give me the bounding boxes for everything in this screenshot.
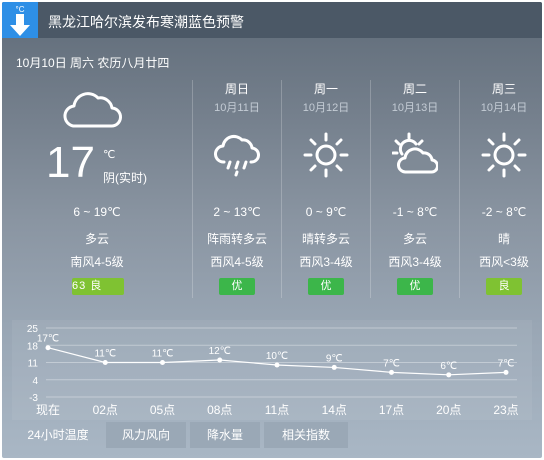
forecast-day-name: 周二 xyxy=(402,82,427,96)
x-tick-label: 23点 xyxy=(493,403,518,417)
aqi-badge[interactable]: 良 xyxy=(486,278,522,295)
temperature-point xyxy=(102,360,108,365)
temperature-point xyxy=(274,362,280,368)
temperature-unit: ℃ xyxy=(103,149,116,161)
today-temp-range: 6 ~ 19℃ xyxy=(73,205,121,219)
temperature-point xyxy=(389,369,394,375)
x-tick-label: 20点 xyxy=(436,403,461,417)
forecast-day-name: 周日 xyxy=(224,82,249,96)
forecast-weather: 晴 xyxy=(497,232,510,246)
alert-icon-unit: °C xyxy=(15,5,25,14)
forecast-day-name: 周三 xyxy=(491,82,516,96)
tab-related-index[interactable]: 相关指数 xyxy=(264,422,348,448)
data-label: 6℃ xyxy=(440,361,457,372)
aqi-badge[interactable]: 63 良 xyxy=(72,278,124,295)
temperature-point xyxy=(217,357,223,363)
x-tick-label: 现在 xyxy=(36,403,60,417)
tab-24h-temperature[interactable]: 24小时温度 xyxy=(14,422,102,448)
alert-text[interactable]: 黑龙江哈尔滨发布寒潮蓝色预警 xyxy=(48,12,244,32)
cloud-icon xyxy=(63,92,122,128)
forecast-day: 周二 10月13日 -1 ~ 8℃ 多云 西风3-4级 优 xyxy=(371,78,459,298)
data-label: 11℃ xyxy=(152,349,174,360)
forecast-date: 10月11日 xyxy=(214,102,260,114)
temperature-point xyxy=(331,364,337,370)
forecast-weather: 多云 xyxy=(402,232,427,246)
forecast-weather: 阵雨转多云 xyxy=(206,232,267,246)
x-tick-label: 05点 xyxy=(150,403,175,417)
date-line: 10月10日 周六 农历八月廿四 xyxy=(16,56,170,70)
sun-icon xyxy=(481,132,527,178)
temperature-point xyxy=(446,372,452,378)
forecast-wind: 西风3-4级 xyxy=(388,255,442,269)
aqi-badge[interactable]: 优 xyxy=(397,278,433,295)
forecast-wind: 西风3-4级 xyxy=(299,255,353,269)
data-label: 9℃ xyxy=(326,353,343,364)
forecast-weather: 晴转多云 xyxy=(301,232,350,246)
today-wind: 南风4-5级 xyxy=(70,255,124,269)
forecast-temp-range: -1 ~ 8℃ xyxy=(392,205,438,219)
forecast-day: 周日 10月11日 2 ~ 13℃ 阵雨转多云 西风4-5级 优 xyxy=(193,78,281,298)
alert-bar[interactable]: °C 黑龙江哈尔滨发布寒潮蓝色预警 xyxy=(2,2,542,38)
forecast-wind: 西风4-5级 xyxy=(210,255,264,269)
x-tick-label: 17点 xyxy=(379,403,404,417)
data-label: 7℃ xyxy=(383,358,400,369)
data-label: 7℃ xyxy=(498,358,515,369)
sun-cloud-icon xyxy=(392,132,438,174)
today-panel: 17 ℃ 阴(实时) 6 ~ 19℃ 多云 南风4-5级 63 良 xyxy=(2,78,192,298)
current-condition: 阴(实时) xyxy=(103,171,147,185)
temperature-point xyxy=(160,360,165,365)
arrow-down-icon xyxy=(10,14,30,36)
tab-wind-direction[interactable]: 风力风向 xyxy=(106,422,186,448)
aqi-badge[interactable]: 优 xyxy=(308,278,344,295)
today-weather: 多云 xyxy=(84,232,109,246)
weather-widget: °C 黑龙江哈尔滨发布寒潮蓝色预警 10月10日 周六 农历八月廿四 17 ℃ … xyxy=(2,2,542,458)
forecast-temp-range: 2 ~ 13℃ xyxy=(213,205,261,219)
sun-icon xyxy=(303,132,349,178)
temperature-point xyxy=(503,369,509,375)
forecast-day-name: 周一 xyxy=(313,82,338,96)
x-tick-label: 08点 xyxy=(207,403,232,417)
x-tick-label: 02点 xyxy=(93,403,118,417)
tab-precipitation[interactable]: 降水量 xyxy=(190,422,260,448)
data-label: 17℃ xyxy=(37,334,59,345)
temperature-point xyxy=(45,345,51,351)
forecast-temp-range: 0 ~ 9℃ xyxy=(305,205,347,219)
chart-svg: 2518114-317℃现在11℃02点11℃05点12℃08点10℃11点9℃… xyxy=(27,324,519,417)
forecast-day: 周三 10月14日 -2 ~ 8℃ 晴 西风<3级 良 xyxy=(460,78,542,298)
forecast-date: 10月14日 xyxy=(480,102,528,114)
data-label: 10℃ xyxy=(266,351,288,362)
aqi-badge[interactable]: 优 xyxy=(219,278,255,295)
rain-cloud-icon xyxy=(214,134,260,177)
y-tick-label: 4 xyxy=(32,376,38,387)
current-temperature: 17 xyxy=(46,138,95,187)
forecast-date: 10月12日 xyxy=(302,102,350,114)
hourly-temperature-chart: 25 18 11 4 -3 17℃ 现在 11℃ 02点 11℃ 05点 12℃ 08点 10℃ 11点 9℃… xyxy=(12,320,532,420)
x-tick-label: 11点 xyxy=(265,403,289,417)
alert-icon[interactable]: °C xyxy=(2,2,38,38)
data-label: 11℃ xyxy=(94,349,116,360)
data-label: 12℃ xyxy=(209,346,231,357)
y-tick-label: 11 xyxy=(28,359,39,370)
forecast-date: 10月13日 xyxy=(391,102,439,114)
forecast-wind: 西风<3级 xyxy=(479,255,529,269)
forecast-day: 周一 10月12日 0 ~ 9℃ 晴转多云 西风3-4级 优 xyxy=(282,78,370,298)
x-tick-label: 14点 xyxy=(322,403,347,417)
forecast-temp-range: -2 ~ 8℃ xyxy=(481,205,527,219)
